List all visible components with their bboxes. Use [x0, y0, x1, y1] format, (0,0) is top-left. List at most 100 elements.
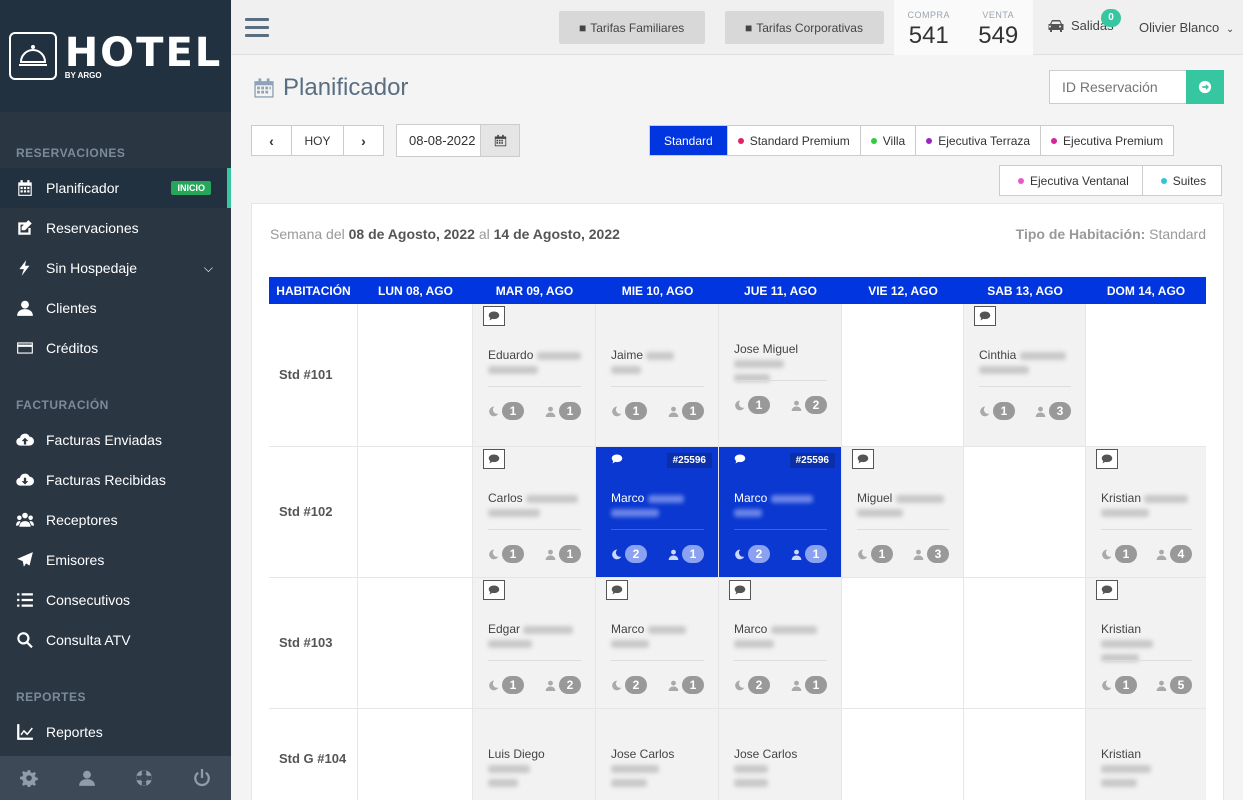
menu-toggle-icon[interactable]	[245, 18, 269, 42]
reservation-cell[interactable]: Marco 21	[596, 578, 719, 708]
filter-ejecutiva-premium[interactable]: Ejecutiva Premium	[1041, 126, 1173, 155]
section-facturacion: FACTURACIÓN	[16, 398, 109, 412]
reservation-cell[interactable]: #25596 Marco 21	[719, 447, 842, 577]
redacted-surname	[770, 625, 817, 634]
nights-count: 1	[1115, 676, 1137, 694]
gear-icon[interactable]	[19, 769, 38, 787]
filter-ejecutiva-ventanal[interactable]: Ejecutiva Ventanal	[1000, 166, 1143, 195]
sidebar-item-clientes[interactable]: Clientes	[0, 288, 231, 328]
sidebar-item-planificador[interactable]: Planificador INICIO	[0, 168, 231, 208]
reservation-cell[interactable]: Marco 21	[719, 578, 842, 708]
reservation-cell[interactable]: Jose Carlos	[596, 709, 719, 800]
sidebar-item-consulta-atv[interactable]: Consulta ATV	[0, 620, 231, 660]
sidebar-item-receptores[interactable]: Receptores	[0, 500, 231, 540]
comment-button[interactable]	[1096, 580, 1118, 600]
guests-count: 1	[805, 545, 827, 563]
sidebar-item-facturas-enviadas[interactable]: Facturas Enviadas	[0, 420, 231, 460]
exchange-rates: COMPRA 541 VENTA 549	[894, 0, 1033, 55]
sidebar-item-reservaciones[interactable]: Reservaciones	[0, 208, 231, 248]
filter-ejecutiva-terraza[interactable]: Ejecutiva Terraza	[916, 126, 1042, 155]
comment-icon	[1101, 454, 1113, 464]
sidebar-item-reportes[interactable]: Reportes	[0, 712, 231, 752]
reservation-cell[interactable]: Luis Diego	[473, 709, 596, 800]
today-button[interactable]: HOY	[292, 126, 344, 155]
reservation-cell[interactable]: Kristian	[1086, 709, 1206, 800]
search-go-button[interactable]	[1186, 70, 1224, 104]
sidebar: HOTEL BY ARGO RESERVACIONES Planificador…	[0, 0, 231, 800]
comment-button[interactable]	[606, 580, 628, 600]
reservation-cell[interactable]: Miguel 13	[842, 447, 964, 577]
sidebar-item-facturas-recibidas[interactable]: Facturas Recibidas	[0, 460, 231, 500]
tarifas-corporativas-button[interactable]: ■ Tarifas Corporativas	[725, 11, 884, 44]
reservation-cell[interactable]: #25596 Marco 21	[596, 447, 719, 577]
comment-button[interactable]	[483, 449, 505, 469]
lifebuoy-icon[interactable]	[135, 769, 153, 787]
sidebar-footer	[0, 756, 231, 800]
divider	[1101, 660, 1192, 661]
reservation-cell[interactable]: Carlos 11	[473, 447, 596, 577]
comment-button[interactable]	[483, 580, 505, 600]
comment-button[interactable]	[483, 306, 505, 326]
filter-standard[interactable]: Standard	[650, 126, 728, 155]
redacted-surname	[1101, 508, 1149, 517]
guest-name: Marco	[611, 491, 706, 519]
guest-name: Kristian	[1101, 491, 1194, 519]
nights-count: 1	[502, 545, 524, 563]
sidebar-item-emisores[interactable]: Emisores	[0, 540, 231, 580]
sidebar-item-label: Receptores	[46, 512, 118, 528]
reservation-cell[interactable]: Eduardo 11	[473, 304, 596, 446]
reservation-id-input[interactable]	[1049, 70, 1186, 104]
moon-icon	[735, 400, 745, 410]
power-icon[interactable]	[193, 769, 211, 787]
next-week-button[interactable]: ›	[344, 126, 383, 155]
redacted-surname	[611, 508, 659, 517]
guests-count: 1	[682, 676, 704, 694]
sidebar-item-sin-hospedaje[interactable]: Sin Hospedaje ⌵	[0, 248, 231, 288]
moon-icon	[980, 406, 990, 416]
comment-button[interactable]	[974, 306, 996, 326]
comment-button[interactable]	[852, 449, 874, 469]
reservation-stats: 11	[488, 402, 581, 420]
comment-button[interactable]	[729, 580, 751, 600]
cloud-download-icon	[16, 473, 34, 486]
comment-icon	[611, 454, 623, 464]
filter-suites[interactable]: Suites	[1143, 166, 1221, 195]
comment-button[interactable]	[1096, 449, 1118, 469]
redacted-surname	[734, 639, 774, 648]
reservation-stats: 21	[734, 676, 827, 694]
guests-count: 4	[1170, 545, 1192, 563]
comment-icon	[1101, 585, 1113, 595]
redacted-surname	[611, 778, 647, 787]
filter-villa[interactable]: Villa	[861, 126, 917, 155]
guest-name: Kristian	[1101, 747, 1194, 789]
reservation-cell[interactable]: Jaime 11	[596, 304, 719, 446]
prev-week-button[interactable]: ‹	[252, 126, 292, 155]
reservation-cell[interactable]: Cinthia 13	[964, 304, 1086, 446]
reservation-cell[interactable]: Edgar 12	[473, 578, 596, 708]
redacted-surname	[734, 359, 784, 368]
comment-button[interactable]	[729, 449, 751, 469]
redacted-surname	[1144, 494, 1189, 503]
week-navigator: ‹ HOY ›	[251, 125, 384, 156]
room-label: Std G #104	[269, 709, 358, 800]
redacted-surname	[536, 351, 581, 360]
dot-icon	[1160, 177, 1167, 184]
comment-button[interactable]	[606, 449, 628, 469]
sidebar-item-consecutivos[interactable]: Consecutivos	[0, 580, 231, 620]
divider	[979, 386, 1071, 387]
person-icon	[668, 549, 679, 560]
reservation-cell[interactable]: Kristian 14	[1086, 447, 1206, 577]
date-input[interactable]: 08-08-2022	[396, 124, 481, 157]
tarifas-familiares-button[interactable]: ■ Tarifas Familiares	[559, 11, 705, 44]
filter-standard-premium[interactable]: Standard Premium	[728, 126, 861, 155]
user-menu[interactable]: Olivier Blanco ⌄	[1139, 20, 1234, 35]
logo[interactable]: HOTEL BY ARGO	[0, 0, 231, 112]
reservation-cell[interactable]: Jose Carlos	[719, 709, 842, 800]
calendar-button[interactable]	[481, 124, 520, 157]
sidebar-item-label: Reportes	[46, 724, 103, 740]
reservation-cell[interactable]: Jose Miguel 12	[719, 304, 842, 446]
reservation-stats: 15	[1101, 676, 1192, 694]
reservation-cell[interactable]: Kristian 15	[1086, 578, 1206, 708]
user-icon[interactable]	[78, 769, 96, 787]
sidebar-item-creditos[interactable]: Créditos	[0, 328, 231, 368]
